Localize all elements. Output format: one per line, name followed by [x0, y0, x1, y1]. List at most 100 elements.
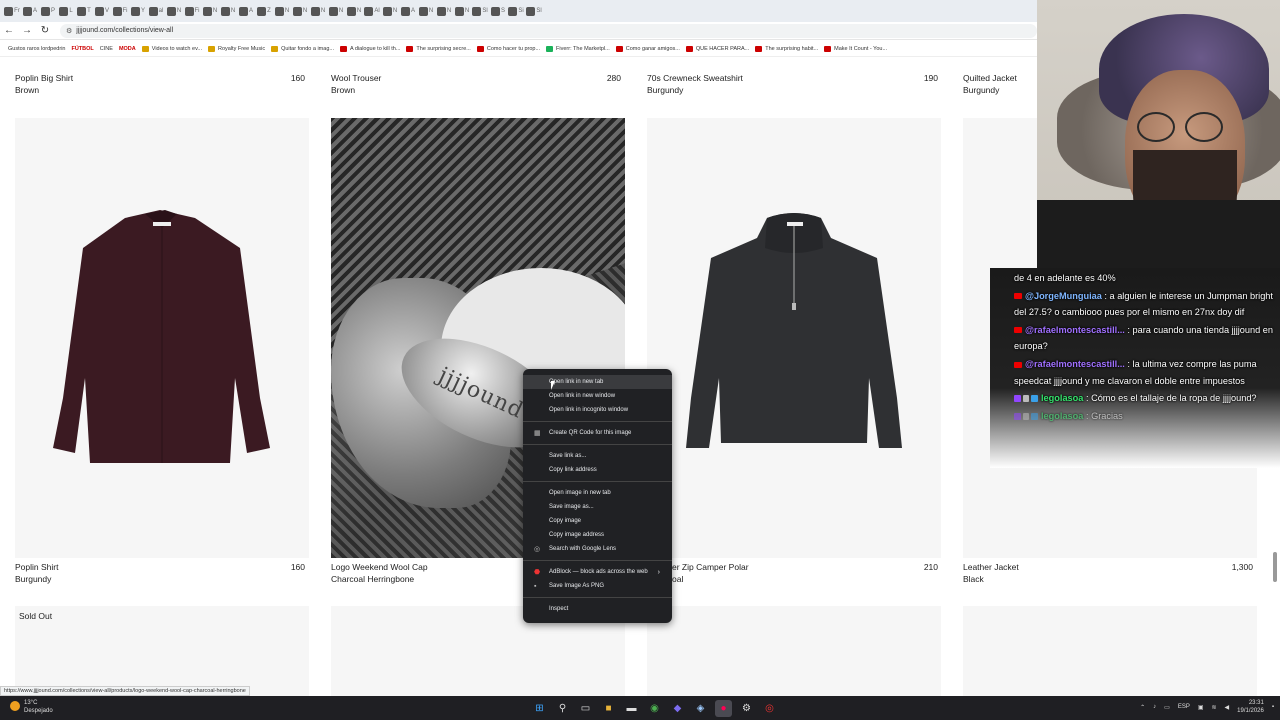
- context-menu-item[interactable]: Open link in new tab: [523, 375, 672, 389]
- browser-tab[interactable]: al: [148, 4, 164, 18]
- display-icon[interactable]: ▣: [1198, 704, 1204, 711]
- bookmark-item[interactable]: Fiverr: The Marketpl...: [546, 45, 610, 52]
- browser-tab[interactable]: A: [400, 4, 416, 18]
- url-field[interactable]: ⚙ jjjjound.com/collections/view-all: [60, 23, 1037, 38]
- file-explorer-icon[interactable]: ■: [600, 700, 617, 717]
- bookmark-item[interactable]: Quitar fondo a imag...: [271, 45, 334, 52]
- product-caption[interactable]: Poplin Shirt Burgundy 160: [15, 561, 305, 585]
- settings-icon[interactable]: ⚙: [738, 700, 755, 717]
- back-icon[interactable]: ←: [0, 25, 18, 36]
- browser-tab[interactable]: L: [58, 4, 74, 18]
- weather-widget[interactable]: 13°C Despejado: [10, 699, 53, 715]
- bookmark-item[interactable]: Gustos raros lordpedrin: [8, 46, 65, 52]
- product-image-zip-camper-polar[interactable]: [647, 118, 941, 558]
- bookmark-item[interactable]: FÚTBOL: [71, 46, 93, 52]
- product-caption[interactable]: er Zip Camper Polar oal 210: [672, 561, 938, 585]
- context-menu-item[interactable]: Open link in new window: [523, 389, 672, 403]
- product-caption[interactable]: Wool Trouser Brown 280: [331, 72, 621, 96]
- product-caption[interactable]: Logo Weekend Wool Cap Charcoal Herringbo…: [331, 561, 521, 585]
- volume-icon[interactable]: ◀: [1225, 704, 1230, 711]
- browser-tab[interactable]: A: [238, 4, 254, 18]
- browser-tab[interactable]: A: [22, 4, 38, 18]
- terminal-icon[interactable]: ▬: [623, 700, 640, 717]
- notifications-icon[interactable]: ▪: [1272, 704, 1274, 710]
- browser-tab[interactable]: N: [436, 4, 452, 18]
- bookmark-item[interactable]: QUE HACER PARA...: [685, 45, 749, 52]
- bookmark-item[interactable]: A dialogue to kill th...: [339, 45, 400, 52]
- browser-tab[interactable]: N: [220, 4, 236, 18]
- microphone-icon[interactable]: ♪: [1153, 704, 1156, 710]
- browser-tab[interactable]: N: [346, 4, 362, 18]
- bookmark-item[interactable]: MODA: [119, 46, 136, 52]
- tray-chevron-icon[interactable]: ⌃: [1140, 704, 1145, 711]
- context-menu-item[interactable]: Copy image: [523, 514, 672, 528]
- task-view-icon[interactable]: ▭: [577, 700, 594, 717]
- context-menu-item[interactable]: ▦ Create QR Code for this image: [523, 426, 672, 440]
- browser-tab[interactable]: S: [490, 4, 506, 18]
- bookmark-item[interactable]: Como hacer tu prop...: [476, 45, 540, 52]
- chrome-icon[interactable]: ◉: [646, 700, 663, 717]
- product-image[interactable]: [963, 606, 1257, 696]
- browser-tab[interactable]: Sl: [526, 4, 542, 18]
- context-menu-item[interactable]: Copy link address: [523, 463, 672, 477]
- browser-tab[interactable]: Z: [256, 4, 272, 18]
- browser-tab[interactable]: N: [454, 4, 470, 18]
- browser-tab[interactable]: N: [202, 4, 218, 18]
- context-menu-item[interactable]: Save link as...: [523, 449, 672, 463]
- bookmark-item[interactable]: The surprising habit...: [755, 45, 818, 52]
- browser-tab[interactable]: Fi: [184, 4, 200, 18]
- forward-icon[interactable]: →: [18, 25, 36, 36]
- browser-tab[interactable]: Sl: [472, 4, 488, 18]
- context-menu-item[interactable]: ◎ Search with Google Lens: [523, 542, 672, 556]
- browser-tab[interactable]: T: [76, 4, 92, 18]
- browser-tab[interactable]: N: [274, 4, 290, 18]
- product-image[interactable]: [647, 606, 941, 696]
- browser-tab[interactable]: N: [166, 4, 182, 18]
- browser-tab[interactable]: N: [292, 4, 308, 18]
- product-caption[interactable]: 70s Crewneck Sweatshirt Burgundy 190: [647, 72, 938, 96]
- browser-tab[interactable]: N: [310, 4, 326, 18]
- browser-tab[interactable]: N: [418, 4, 434, 18]
- page-scrollbar[interactable]: [1273, 552, 1277, 582]
- browser-tab[interactable]: Y: [130, 4, 146, 18]
- site-info-icon[interactable]: ⚙: [66, 27, 72, 35]
- browser-tab[interactable]: P: [40, 4, 56, 18]
- browser-tab[interactable]: N: [382, 4, 398, 18]
- language-indicator[interactable]: ESP: [1178, 704, 1190, 710]
- product-image-poplin-shirt[interactable]: [15, 118, 309, 558]
- wifi-icon[interactable]: ≋: [1212, 704, 1217, 711]
- bookmark-item[interactable]: Make It Count - You...: [824, 45, 887, 52]
- clock[interactable]: 23:31 19/1/2026: [1237, 699, 1264, 715]
- network-icon[interactable]: ▭: [1164, 704, 1170, 711]
- search-icon[interactable]: ⚲: [554, 700, 571, 717]
- context-menu-item[interactable]: ⬣ AdBlock — block ads across the web ›: [523, 565, 672, 579]
- browser-tab[interactable]: Fr: [4, 4, 20, 18]
- context-menu-item[interactable]: Save image as...: [523, 500, 672, 514]
- browser-tab[interactable]: Si: [508, 4, 524, 18]
- folder-icon: [271, 45, 279, 52]
- steam-icon[interactable]: ◈: [692, 700, 709, 717]
- bookmark-item[interactable]: The surprising secre...: [406, 45, 471, 52]
- context-menu-item[interactable]: ▪ Save Image As PNG: [523, 579, 672, 593]
- context-menu-item[interactable]: Inspect: [523, 602, 672, 616]
- bookmark-item[interactable]: Royalty Free Music: [208, 45, 265, 52]
- context-menu-item[interactable]: Open link in incognito window: [523, 403, 672, 417]
- product-image[interactable]: Sold Out: [15, 606, 309, 696]
- menu-separator: [523, 481, 672, 482]
- product-caption[interactable]: Poplin Big Shirt Brown 160: [15, 72, 305, 96]
- context-menu-item[interactable]: Open image in new tab: [523, 486, 672, 500]
- bookmark-item[interactable]: Como ganar amigos...: [615, 45, 680, 52]
- context-menu-item[interactable]: Copy image address: [523, 528, 672, 542]
- record-icon[interactable]: ◎: [761, 700, 778, 717]
- bookmark-item[interactable]: Videos to watch ev...: [141, 45, 202, 52]
- discord-icon[interactable]: ◆: [669, 700, 686, 717]
- start-icon[interactable]: ⊞: [531, 700, 548, 717]
- reload-icon[interactable]: ↻: [36, 25, 54, 36]
- browser-tab[interactable]: Al: [364, 4, 380, 18]
- browser-tab[interactable]: Fi: [112, 4, 128, 18]
- bookmark-item[interactable]: CINE: [100, 46, 113, 52]
- product-caption[interactable]: Leather Jacket Black 1,300: [963, 561, 1253, 585]
- obs-icon[interactable]: ●: [715, 700, 732, 717]
- browser-tab[interactable]: N: [328, 4, 344, 18]
- browser-tab[interactable]: V: [94, 4, 110, 18]
